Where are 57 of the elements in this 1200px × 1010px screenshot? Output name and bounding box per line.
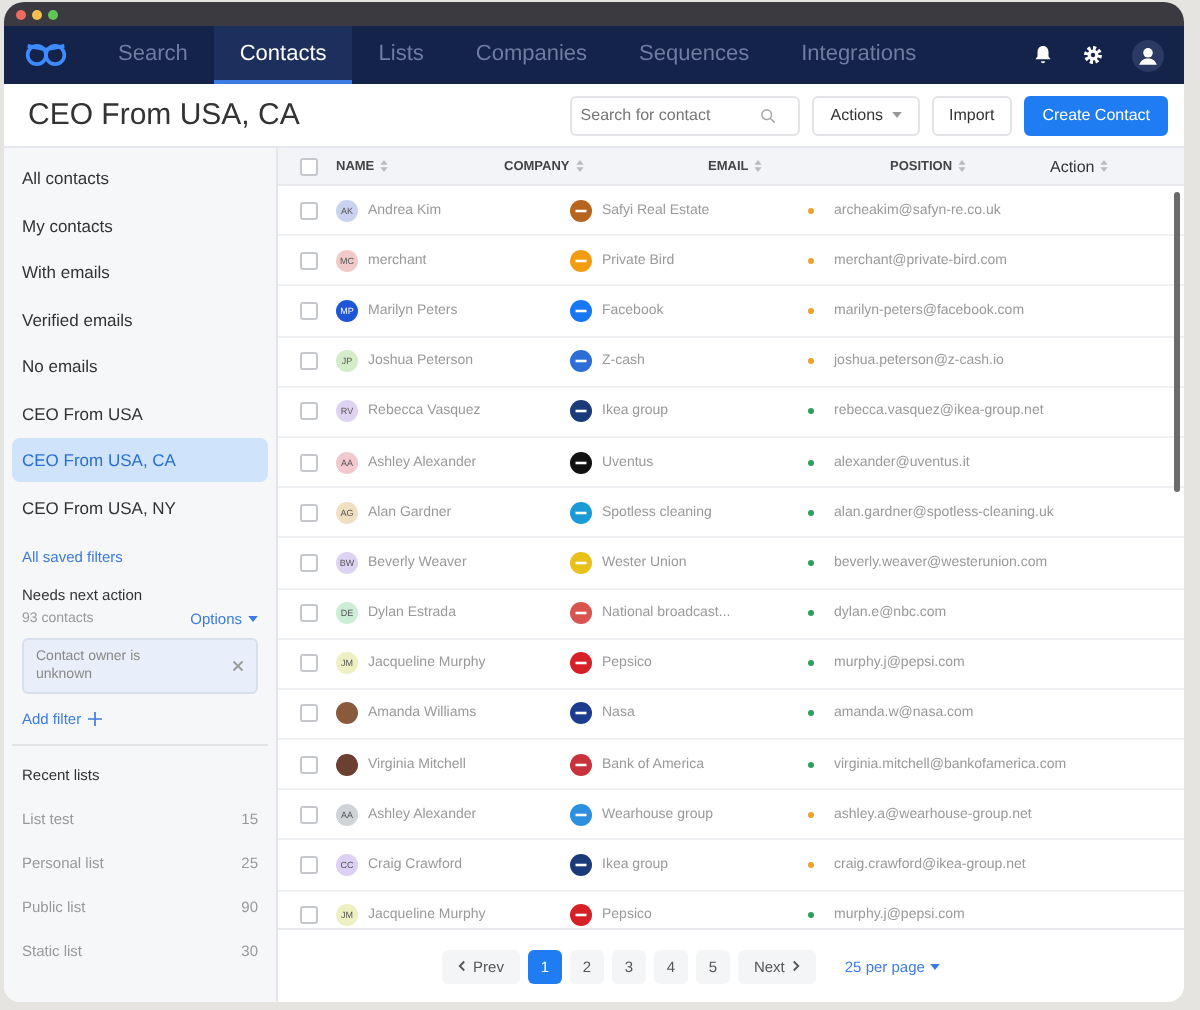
chevron-left-icon xyxy=(457,960,466,972)
row-checkbox[interactable] xyxy=(300,503,318,522)
caret-icon xyxy=(891,112,902,118)
scrollbar[interactable] xyxy=(1174,192,1180,492)
search-field[interactable]: Search for contact xyxy=(570,95,801,135)
saved-filter-item[interactable]: CEO From USA, NY xyxy=(12,485,268,529)
chevron-right-icon xyxy=(792,960,801,972)
row-checkbox[interactable] xyxy=(300,201,318,220)
row-checkbox[interactable] xyxy=(300,402,318,421)
actions-dropdown[interactable]: Actions xyxy=(812,95,920,135)
saved-filter-item[interactable]: All contacts xyxy=(12,156,268,200)
nav-tab[interactable]: Integrations xyxy=(775,26,943,84)
row-checkbox[interactable] xyxy=(300,251,318,270)
sort-icon xyxy=(380,160,389,172)
saved-filter-item[interactable]: CEO From USA xyxy=(12,391,268,435)
search-icon xyxy=(760,107,777,123)
plus-icon xyxy=(87,712,102,727)
caret-icon xyxy=(930,963,941,969)
sort-icon xyxy=(575,160,584,172)
row-checkbox[interactable] xyxy=(300,453,318,472)
owl-eyes-logo-icon xyxy=(24,42,68,68)
saved-filter-item[interactable]: CEO From USA, CA xyxy=(12,438,268,482)
row-checkbox[interactable] xyxy=(300,604,318,623)
caret-icon xyxy=(248,616,258,622)
minimize-dot-icon[interactable] xyxy=(32,9,42,19)
saved-filter-item[interactable]: My contacts xyxy=(12,203,268,247)
maximize-dot-icon[interactable] xyxy=(48,9,58,19)
settings-icon[interactable] xyxy=(1082,44,1104,66)
row-checkbox[interactable] xyxy=(300,856,318,875)
row-checkbox[interactable] xyxy=(300,352,318,371)
close-dot-icon[interactable] xyxy=(16,9,26,19)
row-checkbox[interactable] xyxy=(300,906,318,925)
row-checkbox[interactable] xyxy=(300,704,318,723)
row-checkbox[interactable] xyxy=(300,755,318,774)
sort-icon xyxy=(1100,160,1109,172)
create-contact-button[interactable]: Create Contact xyxy=(1024,95,1168,135)
nav-tab[interactable]: Sequences xyxy=(613,26,776,84)
row-checkbox[interactable] xyxy=(300,805,318,824)
column-header[interactable]: Action xyxy=(1050,157,1109,175)
row-checkbox[interactable] xyxy=(300,301,318,320)
sort-icon xyxy=(754,160,763,172)
saved-filter-item[interactable]: With emails xyxy=(12,250,268,294)
import-button[interactable]: Import xyxy=(931,95,1013,135)
bell-icon[interactable] xyxy=(1032,44,1054,66)
row-checkbox[interactable] xyxy=(300,654,318,673)
nav-tab[interactable]: Contacts xyxy=(213,26,353,84)
saved-filter-item[interactable]: Verified emails xyxy=(12,297,268,341)
nav-tab[interactable]: Lists xyxy=(352,26,450,84)
select-all-checkbox[interactable] xyxy=(300,157,318,175)
user-avatar-icon[interactable] xyxy=(1132,39,1164,71)
nav-tab[interactable]: Companies xyxy=(449,26,614,84)
sort-icon xyxy=(958,160,967,172)
page-title: CEO From USA, CA xyxy=(28,98,300,132)
row-checkbox[interactable] xyxy=(300,553,318,572)
saved-filter-item[interactable]: No emails xyxy=(12,344,268,388)
nav-tab[interactable]: Search xyxy=(92,26,214,84)
close-icon[interactable] xyxy=(232,660,244,673)
